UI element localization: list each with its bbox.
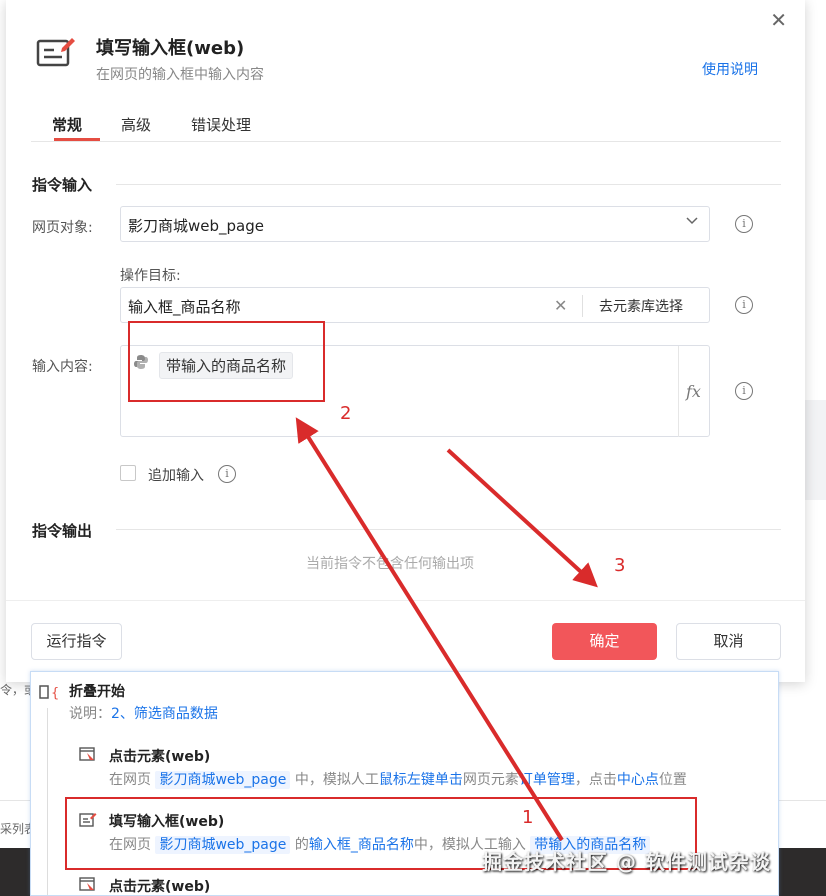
fold-guide-line — [47, 708, 48, 895]
flow-row-desc: 在网页 影刀商城web_page 中，模拟人工鼠标左键单击网页元素订单管理，点击… — [109, 771, 687, 789]
content-label: 输入内容: — [32, 359, 93, 375]
active-tab-indicator — [54, 138, 100, 141]
fold-start-title: 折叠开始 — [69, 684, 125, 700]
annotation-label-1: 1 — [522, 807, 534, 828]
web-object-select[interactable]: 影刀商城web_page — [120, 206, 710, 242]
info-icon[interactable]: i — [735, 215, 753, 233]
flow-row-title[interactable]: 点击元素(web) — [109, 746, 210, 766]
input-section-title: 指令输入 — [32, 176, 93, 194]
field-separator — [582, 295, 583, 317]
close-icon[interactable]: ✕ — [770, 8, 787, 32]
edit-input-icon — [36, 38, 75, 67]
fx-icon[interactable]: fx — [686, 382, 701, 401]
target-value: 输入框_商品名称 — [128, 298, 241, 316]
info-icon[interactable]: i — [218, 465, 236, 483]
pick-from-element-library-button[interactable]: 去元素库选择 — [599, 296, 683, 316]
fold-start-desc: 说明：2、筛选商品数据 — [69, 706, 218, 722]
web-object-value: 影刀商城web_page — [128, 217, 264, 235]
info-icon[interactable]: i — [735, 296, 753, 314]
append-input-label: 追加输入 — [148, 468, 204, 484]
info-icon[interactable]: i — [735, 382, 753, 400]
append-input-checkbox[interactable] — [120, 465, 136, 481]
tab-error-handling[interactable]: 错误处理 — [191, 114, 251, 135]
tab-advanced[interactable]: 高级 — [121, 114, 151, 135]
output-section-title: 指令输出 — [32, 522, 93, 540]
fill-input-dialog: ✕ 填写输入框(web) 在网页的输入框中输入内容 使用说明 常规 高级 错误处… — [6, 0, 805, 682]
footer-divider — [6, 600, 805, 601]
section-divider — [116, 529, 781, 530]
click-element-icon — [79, 877, 95, 891]
cancel-button[interactable]: 取消 — [676, 623, 781, 660]
tab-bar: 常规 高级 错误处理 — [31, 110, 781, 142]
help-link[interactable]: 使用说明 — [702, 59, 758, 79]
dialog-title: 填写输入框(web) — [96, 38, 245, 59]
target-field[interactable]: 输入框_商品名称 ✕ 去元素库选择 — [120, 287, 710, 323]
watermark: 掘金技术社区 @ 软件测试杂谈 — [482, 850, 771, 874]
annotation-label-3: 3 — [614, 555, 626, 576]
clear-icon[interactable]: ✕ — [554, 296, 567, 315]
annotation-label-2: 2 — [340, 403, 352, 424]
chevron-down-icon — [686, 217, 698, 225]
run-command-button[interactable]: 运行指令 — [31, 623, 122, 660]
svg-text:{: { — [51, 686, 59, 700]
fx-divider — [678, 346, 679, 437]
tab-general[interactable]: 常规 — [52, 114, 82, 135]
annotation-box-2 — [128, 321, 325, 402]
dialog-subtitle: 在网页的输入框中输入内容 — [96, 67, 264, 83]
confirm-button[interactable]: 确定 — [552, 623, 657, 660]
no-output-note: 当前指令不包含任何输出项 — [306, 556, 474, 572]
fold-start-icon: { — [39, 685, 59, 700]
section-divider — [116, 184, 781, 185]
web-object-label: 网页对象: — [32, 220, 93, 236]
click-element-icon — [79, 747, 95, 761]
flow-row-title[interactable]: 点击元素(web) — [109, 876, 210, 895]
target-label: 操作目标: — [120, 268, 181, 284]
